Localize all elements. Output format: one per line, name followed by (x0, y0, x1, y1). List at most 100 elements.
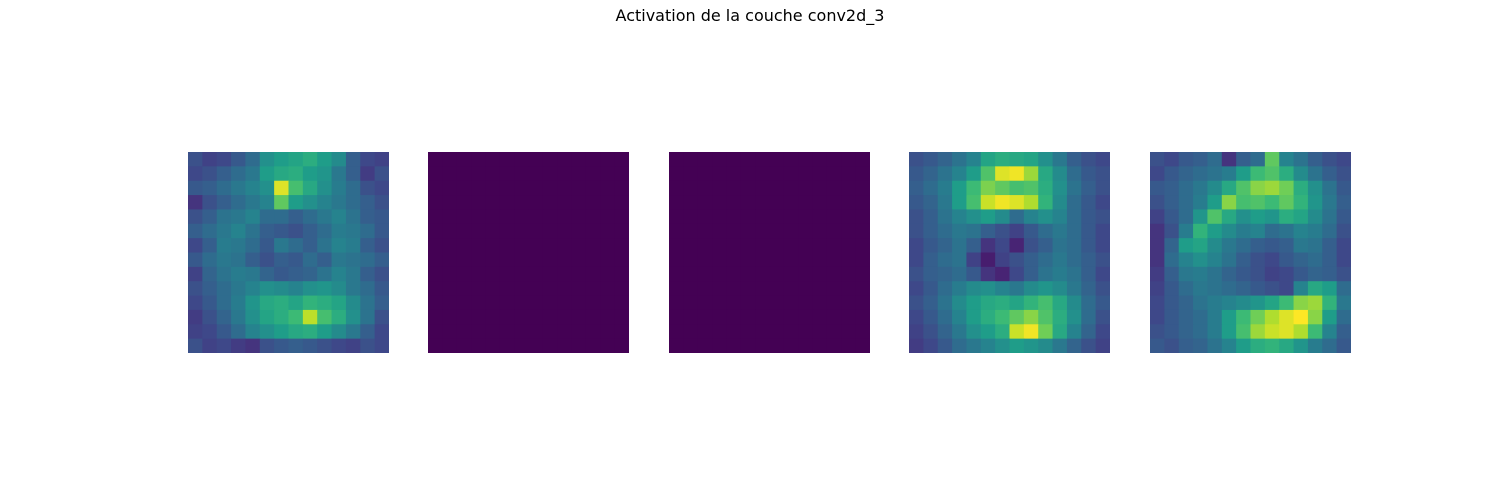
heatmap-cell (726, 195, 742, 211)
heatmap-cell (826, 295, 842, 311)
heatmap-cell (456, 152, 472, 167)
heatmap-cell (600, 324, 616, 340)
heatmap-cell (471, 324, 487, 340)
heatmap-cell (812, 281, 828, 297)
heatmap-cell (697, 324, 713, 340)
heatmap-cell (585, 180, 601, 196)
heatmap-cell (755, 195, 771, 211)
heatmap-cell (826, 223, 842, 239)
heatmap-cell (1207, 195, 1223, 211)
heatmap-cell (1178, 238, 1194, 254)
heatmap-cell (331, 338, 347, 353)
heatmap-cell (937, 252, 953, 268)
heatmap-cell (428, 152, 443, 167)
heatmap-cell (937, 195, 953, 211)
heatmap-cell (712, 195, 728, 211)
heatmap-cell (726, 209, 742, 225)
heatmap-cell (1293, 209, 1309, 225)
heatmap-cell (188, 166, 203, 182)
heatmap-cell (1052, 209, 1068, 225)
heatmap-cell (1193, 338, 1209, 353)
heatmap-cell (1264, 266, 1280, 282)
heatmap-cell (514, 223, 530, 239)
heatmap-cell (740, 223, 756, 239)
heatmap-cell (1081, 309, 1097, 325)
heatmap-cell (1250, 295, 1266, 311)
heatmap-cell (571, 338, 587, 353)
heatmap-cell (499, 324, 515, 340)
heatmap-cell (769, 180, 785, 196)
heatmap-cell (614, 295, 629, 311)
heatmap-cell (683, 152, 699, 167)
heatmap-cell (288, 338, 304, 353)
heatmap-cell (1236, 195, 1252, 211)
heatmap-cell (202, 252, 218, 268)
heatmap-cell (1081, 266, 1097, 282)
heatmap-cell (1095, 209, 1110, 225)
heatmap-cell (542, 195, 558, 211)
heatmap-cell (697, 166, 713, 182)
heatmap-cell (274, 238, 290, 254)
heatmap-row (0, 0, 1500, 500)
heatmap-cell (231, 223, 247, 239)
heatmap-cell (571, 223, 587, 239)
heatmap-cell (471, 266, 487, 282)
heatmap-cell (783, 309, 799, 325)
heatmap-cell (202, 266, 218, 282)
heatmap-cell (345, 180, 361, 196)
heatmap-cell (995, 152, 1011, 167)
heatmap-cell (288, 209, 304, 225)
heatmap-cell (1178, 338, 1194, 353)
heatmap-cell (202, 223, 218, 239)
heatmap-cell (1322, 252, 1338, 268)
heatmap-cell (1236, 238, 1252, 254)
heatmap-cell (585, 238, 601, 254)
heatmap-cell (841, 166, 857, 182)
heatmap-cell (345, 209, 361, 225)
heatmap-cell (259, 166, 275, 182)
heatmap-cell (1207, 180, 1223, 196)
heatmap-cell (755, 324, 771, 340)
heatmap-cell (442, 309, 458, 325)
heatmap-cell (231, 152, 247, 167)
heatmap-cell (855, 209, 870, 225)
heatmap-cell (557, 180, 573, 196)
heatmap-cell (557, 309, 573, 325)
heatmap-cell (331, 266, 347, 282)
heatmap-cell (1236, 180, 1252, 196)
heatmap-cell (288, 166, 304, 182)
heatmap-cell (245, 266, 261, 282)
heatmap-cell (485, 238, 501, 254)
heatmap-cell (726, 266, 742, 282)
heatmap-cell (374, 195, 389, 211)
heatmap-cell (1150, 252, 1165, 268)
heatmap-cell (514, 238, 530, 254)
heatmap-cell (755, 180, 771, 196)
heatmap-cell (514, 266, 530, 282)
heatmap-cell (726, 180, 742, 196)
heatmap-cell (980, 295, 996, 311)
heatmap-cell (499, 309, 515, 325)
heatmap-cell (542, 166, 558, 182)
heatmap-cell (1193, 223, 1209, 239)
heatmap-cell (360, 324, 376, 340)
heatmap-cell (855, 309, 870, 325)
heatmap-cell (1307, 166, 1323, 182)
heatmap-cell (188, 295, 203, 311)
heatmap-cell (1150, 180, 1165, 196)
heatmap-cell (231, 252, 247, 268)
heatmap-cell (1095, 266, 1110, 282)
heatmap-cell (1052, 338, 1068, 353)
heatmap-cell (1250, 266, 1266, 282)
heatmap-cell (1293, 238, 1309, 254)
heatmap-cell (995, 180, 1011, 196)
heatmap-cell (995, 295, 1011, 311)
heatmap-cell (571, 166, 587, 182)
heatmap-cell (302, 252, 318, 268)
heatmap-cell (428, 238, 443, 254)
heatmap-cell (1150, 309, 1165, 325)
heatmap-cell (374, 309, 389, 325)
heatmap-cell (471, 152, 487, 167)
heatmap-cell (1307, 324, 1323, 340)
heatmap-cell (614, 195, 629, 211)
